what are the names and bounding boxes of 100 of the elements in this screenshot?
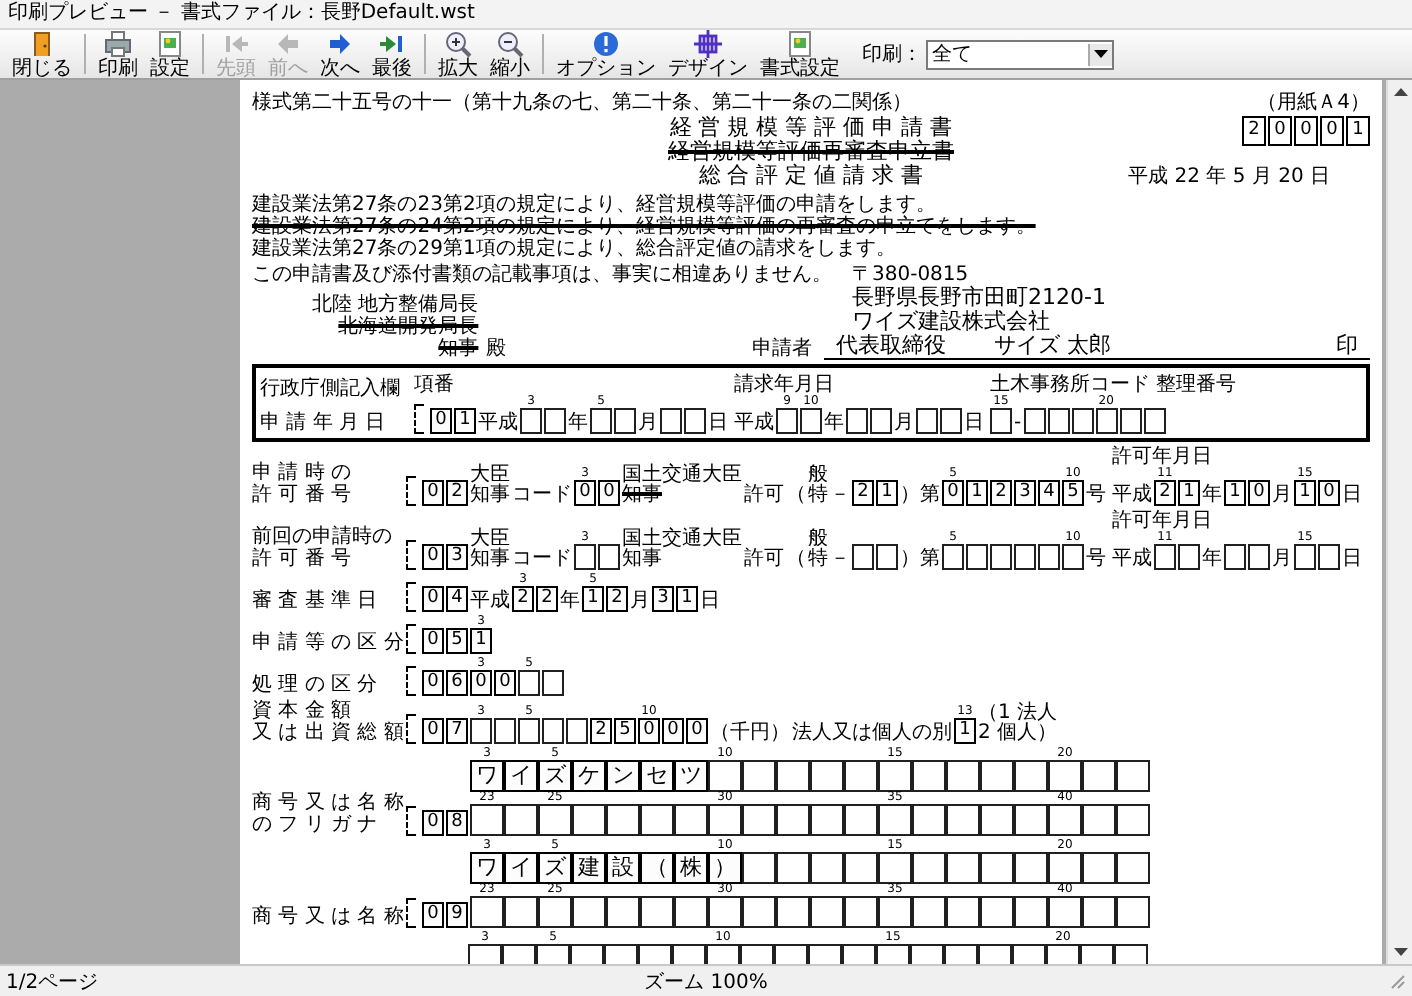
entry-cell: ワ [470,760,504,792]
entry-cell [504,896,538,928]
toolbar-button[interactable]: デザイン [662,29,754,79]
entry-cell: イ [504,852,538,884]
form-text: 知事 [622,486,664,506]
entry-cell [942,544,964,570]
entry-cell [966,544,988,570]
toolbar-button[interactable]: 印刷 [92,29,144,79]
entry-cell [742,804,776,836]
entry-cell [518,718,540,744]
form-text: 申請者 [752,338,812,360]
form-text: 平成 [470,590,510,612]
form-text: 特 [808,486,828,506]
form-text: 日 [1342,484,1362,506]
entry-cell: 2 [590,718,612,744]
entry-cell [1038,544,1060,570]
caption-text: 項番 [414,374,454,396]
form-text: － [830,548,850,570]
entry-cell [598,544,620,570]
toolbar-button[interactable]: 書式設定 [754,29,846,79]
entry-cell [810,852,844,884]
dashed-bracket [406,476,416,506]
entry-cell: 1 [966,480,988,506]
entry-cell: 0 [422,628,444,654]
form-text: 経 営 規 模 等 評 価 申 請 書 [669,116,953,140]
form-text: 大臣 [470,466,510,486]
entry-cell [640,896,674,928]
entry-cell: 0 [422,586,444,612]
entry-cell: 2 [852,480,874,506]
entry-cell [844,852,878,884]
entry-cell [1119,408,1142,434]
entry-cell [1082,896,1116,928]
entry-cell [1082,760,1116,792]
form-text: 知事 [438,338,479,360]
entry-cell: 4 [1038,480,1060,506]
entry-cell [614,408,636,434]
form-text: 号 [1086,548,1106,570]
entry-cell [1318,544,1340,570]
form-text: 建設業法第27条の23第2項の規定により、経営規模等評価の申請をします。 [252,194,936,216]
toolbar-button[interactable]: 設定 [144,29,196,79]
row-label: 審 査 基 準 日 [252,590,378,612]
toolbar-button[interactable]: 縮小 [484,29,536,79]
dashed-bracket [406,714,416,744]
entry-cell [776,760,810,792]
form-text: 建設業法第27条の29第1項の規定により、総合評定値の請求をします。 [252,238,896,260]
door-icon [28,29,56,57]
entry-cell: 0 [422,902,444,928]
form-text: 大臣 [470,530,510,550]
row-label: 許 可 番 号 [252,484,352,506]
section-title: 行政庁側記入欄 [260,378,400,400]
entry-cell: 0 [494,670,516,696]
entry-cell: 0 [662,718,684,744]
toolbar-button[interactable]: オプション [550,29,662,79]
entry-cell [1082,852,1116,884]
entry-cell [538,896,572,928]
entry-cell [1048,804,1082,836]
form-text: （千円） [710,722,790,744]
form-text: 許可 [744,548,784,570]
entry-cell [1082,804,1116,836]
entry-cell [708,804,742,836]
form-text: 殿 [486,338,507,360]
signer-title: 代表取締役 [836,334,946,358]
caption-text: 許可年月日 [1112,510,1212,532]
entry-cell: 0 [470,670,492,696]
entry-cell: ン [606,760,640,792]
print-range-dropdown[interactable]: 全て [926,39,1114,69]
toolbar-button[interactable]: 最後 [366,29,418,79]
form-text: 知事 [470,486,510,506]
entry-cell [940,408,962,434]
entry-cell [1048,896,1082,928]
entry-cell [566,718,588,744]
entry-cell: 0 [942,480,964,506]
postal-code: 〒380-0815 [852,264,969,286]
entry-cell [1154,544,1176,570]
entry-cell: 0 [686,718,708,744]
entry-cell [640,804,674,836]
entry-cell: ズ [538,760,572,792]
toolbar-button[interactable]: 閉じる [6,29,78,79]
company-name: ワイズ建設株式会社 [852,310,1052,334]
dashed-bracket [406,806,416,836]
form-text: 日 [700,590,720,612]
signer-name: サイズ 太郎 [994,334,1111,358]
entry-cell [470,718,492,744]
form-text: 般 [808,530,828,550]
arrow-left-icon [274,29,302,57]
entry-cell [470,804,504,836]
page-indicator: 1/2ページ [6,969,101,995]
toolbar-button[interactable]: 拡大 [432,29,484,79]
entry-cell: 0 [638,718,660,744]
entry-cell [1014,852,1048,884]
entry-cell [504,804,538,836]
window-title: 印刷プレビュー － 書式ファイル：長野Default.wst [0,0,1412,30]
form-text: 平成 [734,412,774,434]
arrow-down-icon [1393,948,1407,956]
toolbar-button[interactable]: 次へ [314,29,366,79]
row-label: の フ リ ガ ナ [252,814,378,836]
form-text: 日 [964,412,984,434]
form-text: 知事 [622,550,664,570]
dashed-bracket [406,666,416,696]
entry-cell [742,896,776,928]
